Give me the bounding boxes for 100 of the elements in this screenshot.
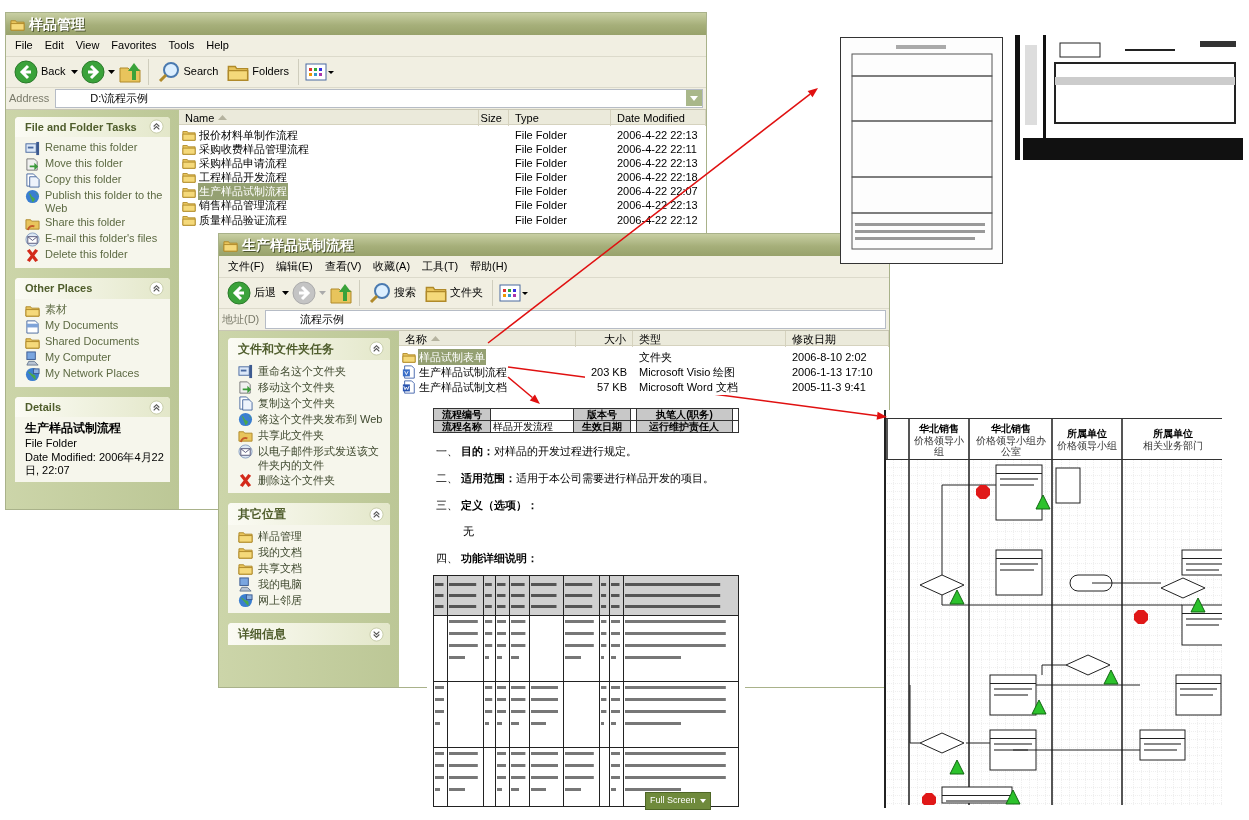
task-link[interactable]: Publish this folder to the Web	[25, 189, 164, 216]
menu-item[interactable]: Edit	[38, 36, 70, 55]
task-link[interactable]: My Documents	[25, 318, 164, 334]
expand-icon[interactable]	[369, 626, 384, 642]
globe-icon	[238, 411, 253, 427]
column-header[interactable]: Date Modified	[611, 109, 706, 126]
lane-subtitle: 价格领导小组	[913, 436, 965, 457]
file-name[interactable]: 工程样品开发流程	[198, 169, 288, 186]
detail-name: 生产样品试制流程	[25, 421, 122, 436]
column-header[interactable]: 大小	[576, 330, 633, 347]
collapse-icon[interactable]	[369, 506, 384, 522]
dropdown-caret-icon[interactable]	[108, 69, 116, 74]
panel-title: Details	[25, 399, 62, 415]
task-link[interactable]: 将这个文件夹发布到 Web	[238, 411, 384, 427]
file-date: 2006-4-22 22:13	[616, 198, 699, 214]
collapse-icon[interactable]	[369, 341, 384, 356]
column-header[interactable]: Type	[509, 109, 611, 126]
share-folder-icon	[25, 216, 40, 232]
address-field[interactable]: D:\流程示例	[55, 88, 703, 108]
column-header[interactable]: 类型	[633, 330, 786, 347]
file-name[interactable]: 质量样品验证流程	[198, 211, 288, 229]
task-link[interactable]: E-mail this folder's files	[25, 232, 164, 248]
dropdown-caret-icon[interactable]	[71, 69, 79, 74]
collapse-icon[interactable]	[149, 119, 164, 135]
views-icon[interactable]	[305, 61, 335, 82]
search-button[interactable]: Search	[155, 58, 222, 85]
search-button[interactable]: 搜索	[366, 279, 419, 306]
task-link[interactable]: Rename this folder	[25, 141, 164, 156]
lane-subtitle: 价格领导小组	[1057, 441, 1117, 452]
task-link[interactable]: 我的电脑	[238, 577, 384, 593]
forward-button[interactable]	[81, 59, 106, 84]
task-link[interactable]: 删除这个文件夹	[238, 473, 384, 489]
section-heading: 一、 目的：对样品的开发过程进行规定。	[436, 444, 638, 459]
task-link[interactable]: 以电子邮件形式发送该文件夹内的文件	[238, 443, 384, 473]
lane-subtitle: 相关业务部门	[1142, 441, 1203, 452]
task-link[interactable]: 复制这个文件夹	[238, 395, 384, 411]
detail-type: File Folder	[25, 436, 78, 450]
menu-item[interactable]: Tools	[162, 36, 201, 55]
task-link[interactable]: 我的文档	[238, 545, 384, 561]
menu-item[interactable]: Favorites	[105, 36, 163, 55]
menu-item[interactable]: 文件(F)	[222, 257, 271, 276]
folders-button[interactable]: Folders	[224, 58, 292, 85]
search-icon	[158, 60, 181, 83]
task-link[interactable]: 共享此文件夹	[238, 427, 384, 443]
file-name[interactable]: 生产样品试制流程	[418, 363, 508, 380]
table-cell: 样品开发流程	[490, 420, 574, 433]
menu-item[interactable]: View	[69, 36, 106, 55]
back-button[interactable]: Back	[11, 57, 69, 86]
task-link[interactable]: Share this folder	[25, 216, 164, 232]
column-header[interactable]: Size	[479, 109, 509, 126]
task-link[interactable]: 移动这个文件夹	[238, 379, 384, 395]
file-name[interactable]: 生产样品试制文档	[418, 378, 508, 395]
task-link[interactable]: Shared Documents	[25, 334, 164, 350]
menu-item[interactable]: 收藏(A)	[367, 257, 417, 276]
network-icon	[25, 366, 40, 382]
folders-button[interactable]: 文件夹	[422, 279, 486, 306]
lane-title: 所属单位	[1152, 427, 1193, 440]
dropdown-caret-icon[interactable]	[282, 290, 289, 295]
section-heading: 四、 功能详细说明：	[436, 551, 539, 566]
file-type: File Folder	[514, 198, 568, 214]
body-text: 无	[463, 524, 475, 540]
back-button[interactable]: 后退	[224, 278, 279, 307]
delete-icon	[238, 473, 253, 489]
address-field[interactable]: 流程示例	[265, 309, 886, 329]
task-link[interactable]: 素材	[25, 302, 164, 318]
panel-title: 文件和文件夹任务	[238, 340, 334, 358]
task-link[interactable]: Copy this folder	[25, 173, 164, 188]
file-name[interactable]: 报价材料单制作流程	[198, 126, 299, 143]
computer-icon	[25, 350, 40, 366]
menu-item[interactable]: File	[9, 36, 39, 55]
menu-item[interactable]: 查看(V)	[318, 257, 368, 276]
menu-item[interactable]: 编辑(E)	[270, 257, 319, 276]
task-link[interactable]: Delete this folder	[25, 248, 164, 264]
folder-icon	[238, 545, 253, 561]
sort-arrow-icon	[218, 115, 228, 121]
views-icon[interactable]	[499, 282, 529, 303]
task-link[interactable]: My Computer	[25, 350, 164, 366]
menu-item[interactable]: 工具(T)	[416, 257, 465, 276]
menu-item[interactable]: 帮助(H)	[464, 257, 514, 276]
column-header[interactable]: 名称	[399, 330, 576, 347]
task-link[interactable]: 网上邻居	[238, 593, 384, 609]
file-name[interactable]: 销售样品管理流程	[198, 197, 288, 214]
lane-subtitle: 价格领导小组办公室	[974, 436, 1047, 457]
collapse-icon[interactable]	[149, 399, 164, 415]
section-heading: 三、 定义（选项）：	[436, 497, 539, 513]
task-link[interactable]: Move this folder	[25, 157, 164, 172]
task-link[interactable]: 样品管理	[238, 529, 384, 545]
column-header[interactable]: 修改日期	[786, 330, 889, 347]
column-header[interactable]: Name	[179, 109, 479, 126]
globe-icon	[25, 189, 40, 204]
caret-icon	[699, 798, 706, 803]
collapse-icon[interactable]	[149, 281, 164, 297]
file-type: File Folder	[514, 170, 568, 186]
task-link[interactable]: My Network Places	[25, 366, 164, 382]
menu-item[interactable]: Help	[200, 36, 235, 55]
task-link[interactable]: 重命名这个文件夹	[238, 363, 384, 379]
window-title: 生产样品试制流程	[242, 235, 354, 255]
task-link[interactable]: 共享文档	[238, 561, 384, 577]
full-screen-button[interactable]: Full Screen	[645, 792, 711, 810]
file-date: 2006-4-22 22:18	[616, 170, 699, 186]
